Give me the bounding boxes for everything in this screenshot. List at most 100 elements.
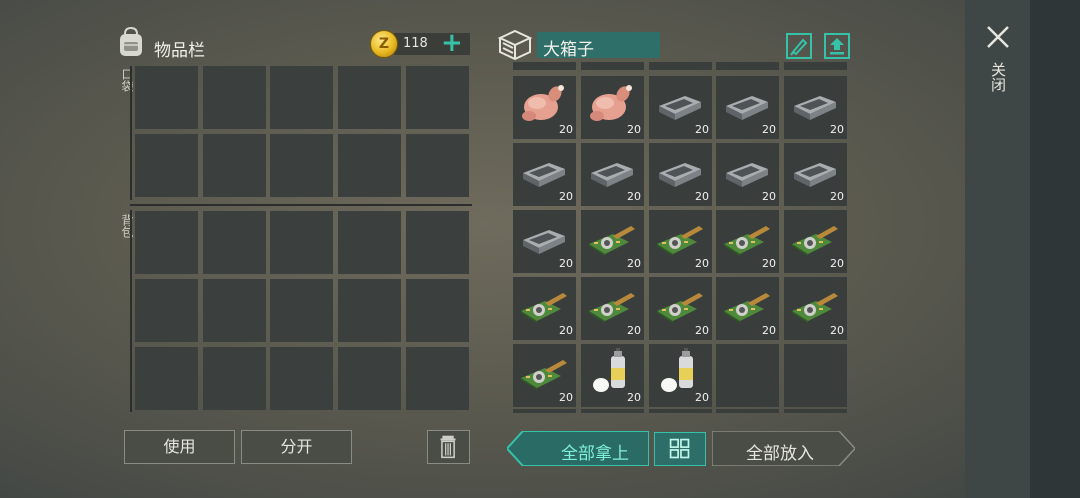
container-slot[interactable]: 20 <box>649 76 712 139</box>
chicken-icon <box>585 80 637 126</box>
item-quantity: 20 <box>627 123 641 136</box>
take-all-label: 全部拿上 <box>561 444 629 464</box>
backpack-slot[interactable] <box>135 279 198 342</box>
container-slot-partial <box>716 409 779 413</box>
container-slot-partial <box>581 62 644 70</box>
metal-ingot-icon <box>585 147 637 193</box>
metal-ingot-icon <box>653 80 705 126</box>
grid-icon <box>669 438 690 459</box>
spray-can-icon <box>585 348 637 394</box>
item-quantity: 20 <box>627 190 641 203</box>
container-slot[interactable]: 20 <box>513 143 576 206</box>
edit-icon <box>790 38 808 56</box>
item-quantity: 20 <box>695 257 709 270</box>
item-quantity: 20 <box>695 190 709 203</box>
pocket-divider <box>130 66 132 200</box>
side-panel <box>965 0 1080 498</box>
backpack-slot[interactable] <box>270 347 333 410</box>
backpack-slot[interactable] <box>406 279 469 342</box>
grid-view-button[interactable] <box>654 432 706 466</box>
item-quantity: 20 <box>762 257 776 270</box>
container-slot[interactable]: 20 <box>716 210 779 273</box>
circuit-board-icon <box>653 281 705 327</box>
close-label: 关闭 <box>989 62 1007 92</box>
close-icon[interactable] <box>985 24 1011 50</box>
container-slot[interactable]: 20 <box>581 210 644 273</box>
container-slot-partial <box>513 62 576 70</box>
container-slot[interactable]: 20 <box>581 344 644 407</box>
container-slot[interactable]: 20 <box>513 344 576 407</box>
trash-button[interactable] <box>427 430 470 464</box>
container-slot-partial <box>513 409 576 413</box>
pocket-slot[interactable] <box>338 66 401 129</box>
add-coins-button[interactable]: + <box>441 28 463 58</box>
coin-count: 118 <box>403 36 428 51</box>
container-slot[interactable]: 20 <box>649 277 712 340</box>
circuit-board-icon <box>585 281 637 327</box>
container-slot[interactable]: 20 <box>513 76 576 139</box>
backpack-slot[interactable] <box>338 211 401 274</box>
container-slot[interactable]: 20 <box>716 277 779 340</box>
pocket-slot[interactable] <box>270 66 333 129</box>
backpack-slot[interactable] <box>270 279 333 342</box>
pocket-slot[interactable] <box>203 134 266 197</box>
inventory-title: 物品栏 <box>154 41 205 61</box>
pocket-slot[interactable] <box>406 66 469 129</box>
circuit-board-icon <box>517 281 569 327</box>
container-slot[interactable]: 20 <box>581 277 644 340</box>
backpack-slot[interactable] <box>135 347 198 410</box>
metal-ingot-icon <box>720 80 772 126</box>
pocket-slot[interactable] <box>135 66 198 129</box>
split-button[interactable]: 分开 <box>241 430 352 464</box>
item-quantity: 20 <box>830 190 844 203</box>
pocket-slot[interactable] <box>135 134 198 197</box>
backpack-slot[interactable] <box>338 279 401 342</box>
backpack-slot[interactable] <box>406 347 469 410</box>
backpack-slot[interactable] <box>338 347 401 410</box>
circuit-board-icon <box>653 214 705 260</box>
pocket-slot[interactable] <box>338 134 401 197</box>
circuit-board-icon <box>720 214 772 260</box>
item-quantity: 20 <box>762 190 776 203</box>
backpack-slot[interactable] <box>203 347 266 410</box>
pocket-slot[interactable] <box>203 66 266 129</box>
metal-ingot-icon <box>720 147 772 193</box>
circuit-board-icon <box>585 214 637 260</box>
trash-icon <box>440 435 456 459</box>
container-slot-partial <box>784 62 847 70</box>
container-slot[interactable]: 20 <box>581 143 644 206</box>
pocket-slot[interactable] <box>270 134 333 197</box>
container-slot[interactable]: 20 <box>513 210 576 273</box>
metal-ingot-icon <box>517 147 569 193</box>
circuit-board-icon <box>788 281 840 327</box>
backpack-slot[interactable] <box>270 211 333 274</box>
container-slot-empty[interactable] <box>784 344 847 407</box>
backpack-slot[interactable] <box>406 211 469 274</box>
container-slot[interactable]: 20 <box>784 143 847 206</box>
metal-ingot-icon <box>653 147 705 193</box>
container-slot[interactable]: 20 <box>649 143 712 206</box>
item-quantity: 20 <box>559 324 573 337</box>
pocket-slot[interactable] <box>406 134 469 197</box>
container-slot[interactable]: 20 <box>784 210 847 273</box>
item-quantity: 20 <box>830 257 844 270</box>
backpack-slot[interactable] <box>203 211 266 274</box>
container-slot[interactable]: 20 <box>784 76 847 139</box>
backpack-slot[interactable] <box>203 279 266 342</box>
container-slot-empty[interactable] <box>716 344 779 407</box>
item-quantity: 20 <box>762 324 776 337</box>
sort-button[interactable] <box>824 33 850 59</box>
container-slot[interactable]: 20 <box>649 210 712 273</box>
container-slot[interactable]: 20 <box>649 344 712 407</box>
backpack-slot[interactable] <box>135 211 198 274</box>
container-slot[interactable]: 20 <box>716 76 779 139</box>
container-slot[interactable]: 20 <box>513 277 576 340</box>
container-slot-partial <box>649 62 712 70</box>
backpack-divider <box>130 210 132 412</box>
container-slot[interactable]: 20 <box>716 143 779 206</box>
item-quantity: 20 <box>695 391 709 404</box>
container-slot[interactable]: 20 <box>784 277 847 340</box>
use-button[interactable]: 使用 <box>124 430 235 464</box>
container-slot[interactable]: 20 <box>581 76 644 139</box>
rename-button[interactable] <box>786 33 812 59</box>
